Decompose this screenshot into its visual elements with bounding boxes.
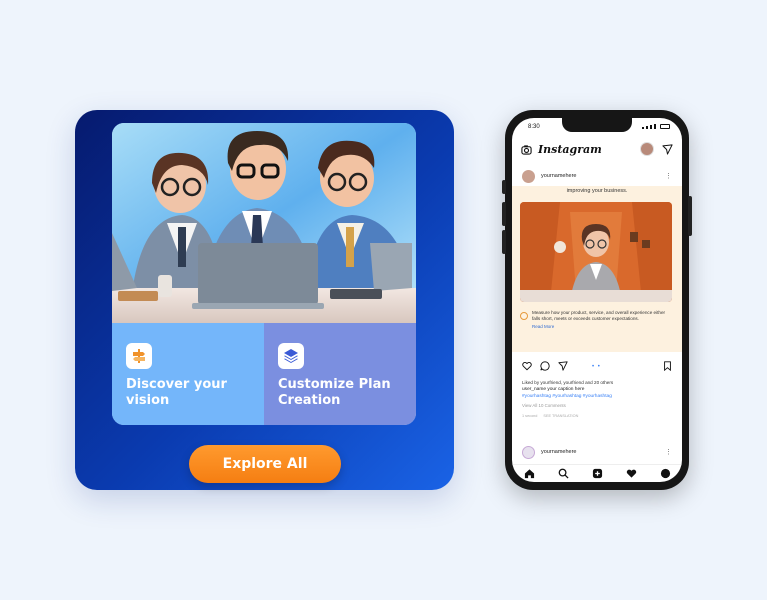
- camera-icon[interactable]: [521, 144, 532, 155]
- bottom-nav: [512, 464, 682, 482]
- instagram-header: Instagram: [512, 138, 682, 160]
- post-time: 1 second: [522, 414, 538, 418]
- post-body-text: Measure how your product, service, and o…: [532, 310, 666, 321]
- phone-mockup: 8:30 Instagram yournamehere ⋮ improving …: [502, 110, 692, 490]
- post-image: improving your business. Measure how you…: [512, 186, 682, 352]
- post-caption: user_name your caption here: [522, 387, 585, 392]
- post-username[interactable]: yournamehere: [541, 173, 576, 179]
- heart-icon[interactable]: [626, 468, 637, 479]
- signpost-icon: [126, 343, 152, 369]
- profile-icon[interactable]: [660, 468, 671, 479]
- next-post-avatar[interactable]: [522, 445, 535, 459]
- search-icon[interactable]: [558, 468, 569, 479]
- phone-side-button: [502, 180, 506, 194]
- info-icon: [520, 312, 528, 320]
- explore-all-button[interactable]: Explore All: [189, 445, 341, 483]
- next-post-username[interactable]: yournamehere: [541, 449, 576, 455]
- add-icon[interactable]: [592, 468, 603, 479]
- phone-power-button: [688, 196, 692, 236]
- home-icon[interactable]: [524, 468, 535, 479]
- customize-plan-tile[interactable]: Customize Plan Creation: [264, 323, 416, 425]
- promo-image-panel: Discover your vision Customize Plan Crea…: [112, 123, 416, 425]
- read-more-link[interactable]: Read More: [532, 324, 672, 329]
- phone-volume-up: [502, 202, 506, 226]
- next-post-header: yournamehere ⋮: [512, 444, 682, 460]
- app-name: Instagram: [538, 142, 602, 156]
- share-icon[interactable]: [558, 361, 568, 371]
- view-all-comments-link[interactable]: View All 10 Comments: [522, 403, 566, 408]
- post-body: Measure how your product, service, and o…: [520, 310, 672, 329]
- battery-icon: [660, 124, 670, 129]
- discover-vision-tile[interactable]: Discover your vision: [112, 323, 264, 425]
- signal-icon: [642, 127, 644, 129]
- next-post-more-icon[interactable]: ⋮: [665, 448, 672, 456]
- post-avatar[interactable]: [522, 169, 535, 183]
- likes-text[interactable]: Liked by yourfriend, yourfriend and 20 o…: [522, 380, 613, 385]
- carousel-dots: • •: [592, 364, 601, 370]
- post-meta: 1 second SEE TRANSLATION: [522, 414, 578, 418]
- comment-icon[interactable]: [540, 361, 550, 371]
- phone-volume-down: [502, 230, 506, 254]
- team-illustration: [112, 123, 416, 323]
- like-icon[interactable]: [522, 361, 532, 371]
- promo-card: Discover your vision Customize Plan Crea…: [75, 110, 454, 490]
- send-icon[interactable]: [662, 143, 673, 155]
- discover-vision-label: Discover your vision: [126, 377, 227, 408]
- more-options-icon[interactable]: ⋮: [665, 172, 672, 180]
- customize-plan-label: Customize Plan Creation: [278, 377, 391, 408]
- post-hashtags[interactable]: #yourhashtag #yourhashtag #yourhashtag: [522, 394, 612, 399]
- see-translation-link[interactable]: SEE TRANSLATION: [543, 414, 578, 418]
- profile-avatar[interactable]: [640, 142, 654, 156]
- layers-icon: [278, 343, 304, 369]
- post-image-heading: improving your business.: [566, 188, 628, 194]
- post-header: yournamehere ⋮: [512, 168, 682, 184]
- phone-screen: 8:30 Instagram yournamehere ⋮ improving …: [512, 118, 682, 482]
- bookmark-icon[interactable]: [663, 361, 672, 371]
- status-time: 8:30: [528, 124, 540, 130]
- status-icons: [642, 124, 670, 129]
- phone-notch: [562, 118, 632, 132]
- office-illustration: [520, 202, 672, 302]
